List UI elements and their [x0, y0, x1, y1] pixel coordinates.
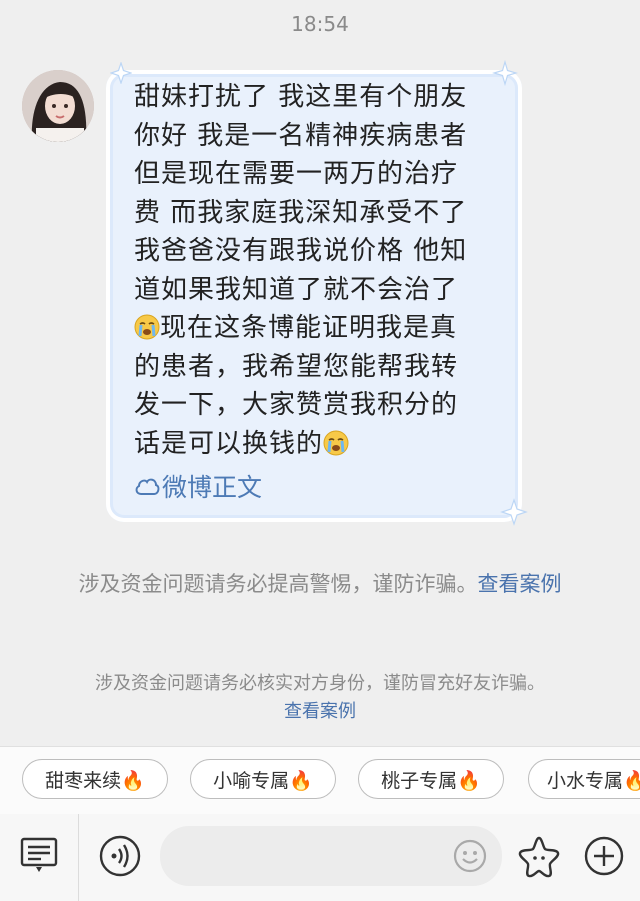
view-cases-link[interactable]: 查看案例	[478, 572, 562, 596]
weibo-post-link[interactable]: 微博正文	[134, 468, 262, 504]
message-line: 道如果我知道了就不会治了	[134, 274, 459, 305]
menu-toggle-button[interactable]	[16, 832, 62, 878]
avatar-image	[22, 70, 94, 142]
message-line: 的患者，我希望您能帮我转	[134, 351, 459, 382]
message-input-bar	[0, 814, 640, 901]
voice-icon	[99, 835, 141, 877]
quick-reply-chip[interactable]: 小水专属🔥	[528, 759, 640, 799]
voice-input-button[interactable]	[98, 834, 142, 878]
message-line: 但是现在需要一两万的治疗	[134, 159, 459, 189]
message-line: 费 而我家庭我深知承受不了	[134, 197, 468, 228]
message-line: 话是可以换钱的	[134, 425, 504, 464]
sticker-button[interactable]	[514, 832, 564, 882]
sender-avatar[interactable]	[22, 70, 94, 142]
keyboard-menu-icon	[20, 837, 58, 872]
notice-text: 涉及资金问题请务必核实对方身份，谨防冒充好友诈骗。	[95, 673, 545, 694]
message-line: 我爸爸没有跟我说价格 他知	[134, 236, 468, 266]
quick-reply-chip[interactable]: 小喻专属🔥	[190, 759, 336, 799]
add-more-button[interactable]	[582, 834, 626, 878]
message-line: 甜妹打扰了 我这里有个朋友	[134, 82, 468, 112]
cloud-icon	[135, 478, 160, 495]
notice-text: 涉及资金问题请务必提高警惕，谨防诈骗。	[78, 572, 478, 596]
view-cases-link[interactable]: 查看案例	[284, 701, 356, 722]
message-line: 发一下，大家赞赏我积分的	[134, 390, 459, 420]
message-line-text: 现在这条博能证明我是真	[160, 313, 458, 343]
weibo-link-label: 微博正文	[162, 473, 263, 502]
crying-emoji-icon	[134, 314, 160, 340]
sparkle-star-icon	[110, 62, 132, 84]
smiley-icon	[453, 839, 487, 873]
identity-warning-notice: 涉及资金问题请务必核实对方身份，谨防冒充好友诈骗。 查看案例	[40, 670, 600, 726]
quick-reply-bar: 甜枣来续🔥 小喻专属🔥 桃子专属🔥 小水专属🔥	[0, 746, 640, 815]
timestamp: 18:54	[291, 12, 349, 36]
quick-reply-chip[interactable]: 甜枣来续🔥	[22, 759, 168, 799]
message-line: 现在这条博能证明我是真	[134, 309, 504, 348]
message-bubble[interactable]: 甜妹打扰了 我这里有个朋友 你好 我是一名精神疾病患者 但是现在需要一两万的治疗费 …	[106, 60, 528, 526]
sparkle-star-icon	[500, 498, 528, 526]
toolbar-divider	[78, 814, 79, 901]
message-line: 你好 我是一名精神疾病患者	[134, 120, 468, 151]
emoji-button[interactable]	[450, 836, 490, 876]
star-face-icon	[518, 836, 560, 878]
plus-circle-icon	[584, 836, 624, 876]
message-text: 甜妹打扰了 我这里有个朋友 你好 我是一名精神疾病患者 但是现在需要一两万的治疗费 …	[134, 78, 504, 463]
fraud-warning-notice: 涉及资金问题请务必提高警惕，谨防诈骗。查看案例	[40, 568, 600, 600]
quick-reply-chip[interactable]: 桃子专属🔥	[358, 759, 504, 799]
crying-emoji-icon	[323, 430, 349, 455]
message-line-text: 话是可以换钱的	[134, 428, 324, 459]
